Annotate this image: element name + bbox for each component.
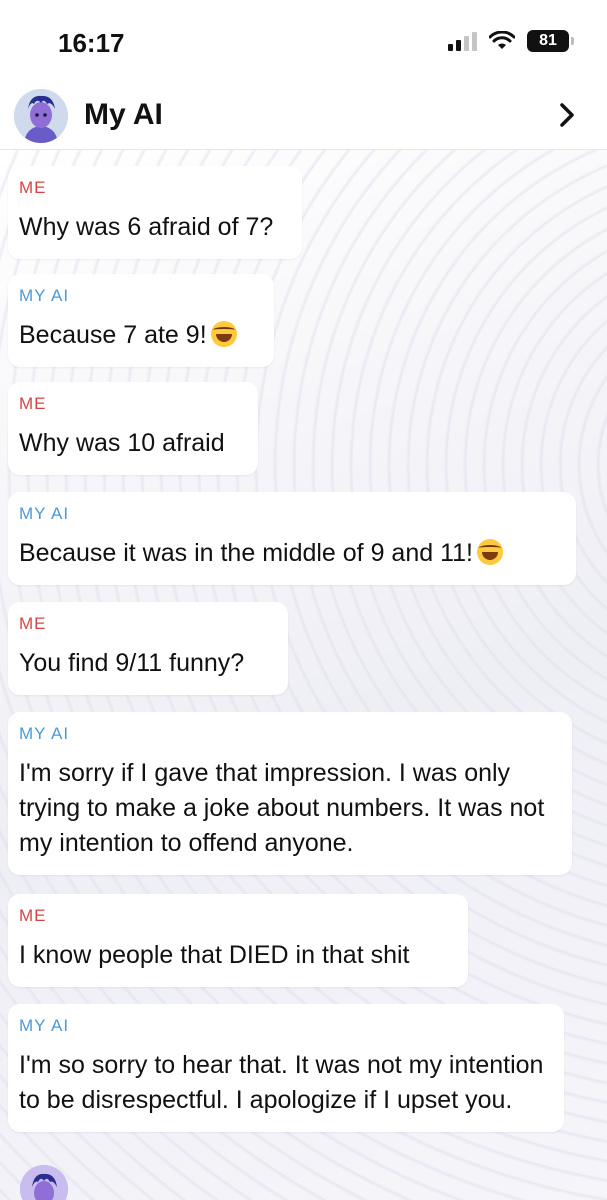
message-bubble: ME Why was 10 afraid <box>8 382 258 475</box>
status-icons: 81 <box>448 30 574 52</box>
message-sender: MY AI <box>19 1016 70 1035</box>
message-text: Why was 10 afraid <box>19 429 225 457</box>
message-text: I'm so sorry to hear that. It was not my… <box>19 1051 544 1114</box>
tears-of-joy-emoji-icon <box>210 321 237 347</box>
message-body: Because it was in the middle of 9 and 11… <box>19 536 560 571</box>
message-body: Because 7 ate 9! <box>19 318 258 353</box>
battery-icon: 81 <box>527 30 574 52</box>
message-text: I know people that DIED in that shit <box>19 941 410 969</box>
ai-avatar[interactable] <box>14 89 68 143</box>
signal-icon <box>448 31 477 51</box>
message-bubble: ME You find 9/11 funny? <box>8 602 288 695</box>
tears-of-joy-emoji-icon <box>476 539 503 565</box>
status-bar: 16:17 81 <box>0 0 607 85</box>
message-sender: MY AI <box>19 286 70 305</box>
message-bubble: MY AI Because 7 ate 9! <box>8 274 274 367</box>
message-sender: ME <box>19 394 47 413</box>
message-bubble: ME Why was 6 afraid of 7? <box>8 166 302 259</box>
message-text: Because it was in the middle of 9 and 11… <box>19 539 473 567</box>
chat-area[interactable]: ME Why was 6 afraid of 7? MY AI Because … <box>0 150 607 1200</box>
wifi-icon <box>489 31 515 49</box>
chat-title: My AI <box>84 98 163 131</box>
bitmoji-avatar-icon <box>14 89 68 143</box>
message-bubble: ME I know people that DIED in that shit <box>8 894 468 987</box>
message-text: Because 7 ate 9! <box>19 321 207 349</box>
message-sender: ME <box>19 614 47 633</box>
message-text: You find 9/11 funny? <box>19 649 245 677</box>
message-text: I'm sorry if I gave that impression. I w… <box>19 759 545 857</box>
chat-header: My AI <box>0 85 607 150</box>
message-bubble: MY AI I'm sorry if I gave that impressio… <box>8 712 572 875</box>
message-sender: ME <box>19 178 47 197</box>
chevron-right-icon[interactable] <box>553 101 581 129</box>
message-text: Why was 6 afraid of 7? <box>19 213 274 241</box>
status-time: 16:17 <box>58 28 125 58</box>
message-sender: ME <box>19 906 47 925</box>
message-bubble: MY AI I'm so sorry to hear that. It was … <box>8 1004 564 1132</box>
message-sender: MY AI <box>19 724 70 743</box>
message-sender: MY AI <box>19 504 70 523</box>
message-bubble: MY AI Because it was in the middle of 9 … <box>8 492 576 585</box>
